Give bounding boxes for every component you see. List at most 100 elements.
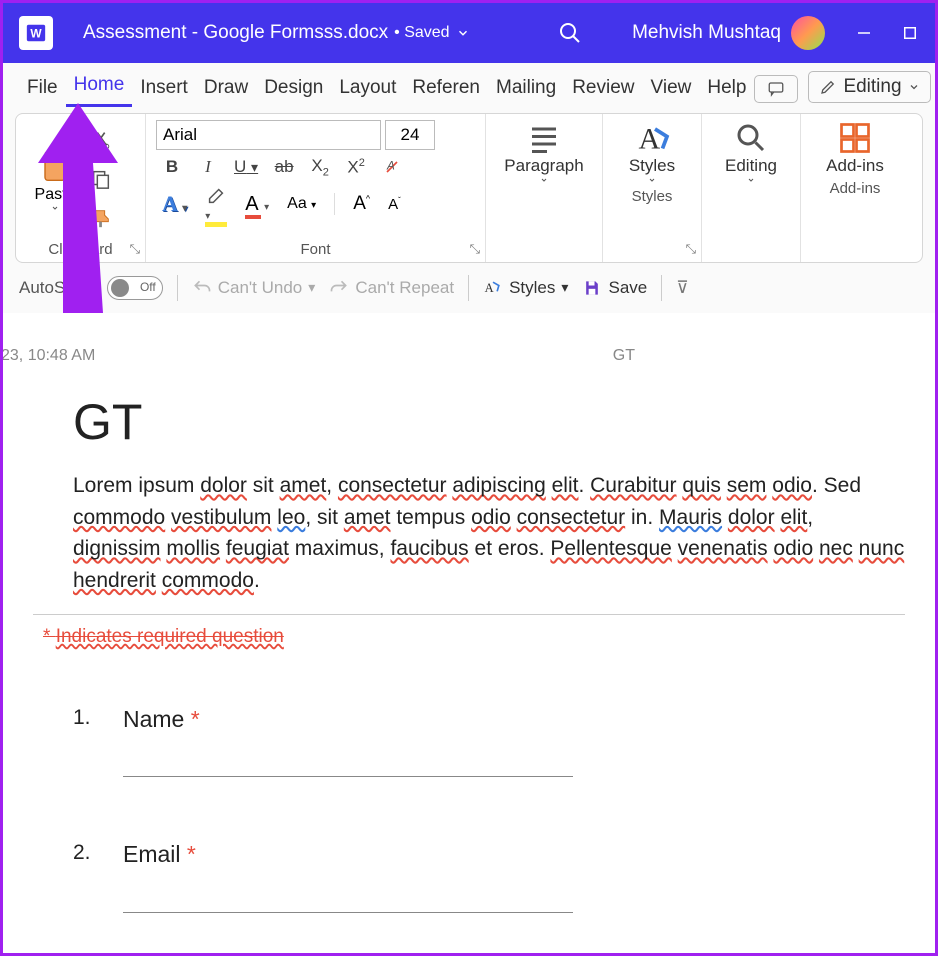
paste-icon (37, 146, 73, 186)
quick-access-toolbar: AutoSave Off Can't Undo ▾ Can't Repeat A… (3, 263, 935, 313)
clipboard-dialog-launcher[interactable]: ⤡ (130, 241, 140, 257)
subscript-button[interactable]: X2 (310, 156, 330, 178)
ribbon-group-editing: Editing (702, 114, 801, 262)
clear-formatting-button[interactable]: A (382, 157, 402, 177)
change-case-button[interactable]: Aa ▾ (287, 195, 316, 213)
underline-button[interactable]: U ▾ (234, 157, 258, 177)
svg-text:A: A (639, 123, 661, 156)
menu-references[interactable]: Referen (404, 71, 488, 107)
pencil-icon (819, 78, 837, 96)
autosave-label: AutoSave (19, 278, 93, 298)
styles-qat-label: Styles (509, 278, 555, 298)
clipboard-group-label: Clipboard (26, 237, 135, 258)
doc-paragraph[interactable]: Lorem ipsum dolor sit amet, consectetur … (73, 470, 905, 596)
paragraph-icon (524, 120, 564, 156)
menu-insert[interactable]: Insert (132, 71, 196, 107)
user-avatar[interactable] (791, 16, 825, 50)
find-icon (733, 120, 769, 156)
paragraph-label: Paragraph (504, 156, 583, 176)
ribbon-group-font: B I U ▾ ab X2 X2 A A ▾ ▾ A ▾ Aa ▾ A^ Aˇ … (146, 114, 486, 262)
save-qat-label: Save (608, 278, 647, 298)
autosave-state: Off (140, 280, 156, 294)
menu-mailings[interactable]: Mailing (488, 71, 564, 107)
answer-line[interactable] (123, 776, 573, 777)
autosave-toggle[interactable]: Off (107, 276, 163, 300)
menu-help[interactable]: Help (699, 71, 754, 107)
italic-button[interactable]: I (198, 157, 218, 177)
undo-label: Can't Undo (218, 278, 303, 298)
superscript-button[interactable]: X2 (346, 157, 366, 178)
svg-text:W: W (30, 27, 42, 41)
question-number: 1. (73, 702, 123, 778)
required-note[interactable]: * Indicates required question (43, 623, 905, 652)
user-name[interactable]: Mehvish Mushtaq (632, 22, 781, 44)
question-2[interactable]: 2. Email * (73, 837, 905, 913)
editing-mode-button[interactable]: Editing (808, 71, 930, 103)
ribbon-group-addins: Add-ins Add-ins (801, 114, 909, 262)
comments-button[interactable] (754, 75, 798, 103)
font-size-select[interactable] (385, 120, 435, 150)
divider (33, 614, 905, 615)
answer-line[interactable] (123, 912, 573, 913)
menu-layout[interactable]: Layout (331, 71, 404, 107)
undo-icon (192, 278, 212, 298)
word-app-icon[interactable]: W (19, 16, 53, 50)
search-button[interactable] (558, 21, 582, 45)
styles-button[interactable]: A Styles (613, 120, 691, 184)
redo-label: Can't Repeat (355, 278, 454, 298)
comment-icon (765, 80, 787, 98)
save-qat-button[interactable]: Save (582, 278, 647, 298)
font-color-button[interactable]: A ▾ (245, 193, 269, 216)
cut-button[interactable] (90, 129, 112, 151)
chevron-down-icon (908, 81, 920, 93)
styles-group-label: Styles (613, 184, 691, 205)
editing-button[interactable]: Editing (712, 120, 790, 184)
paragraph-button[interactable]: Paragraph (496, 120, 592, 184)
chevron-down-icon (50, 204, 60, 212)
document-area[interactable]: 23, 10:48 AM GT GT Lorem ipsum dolor sit… (3, 313, 935, 953)
addins-icon (837, 120, 873, 156)
menu-draw[interactable]: Draw (196, 71, 256, 107)
paste-button[interactable]: Paste (26, 120, 84, 237)
doc-heading[interactable]: GT (73, 385, 905, 460)
save-icon (582, 278, 602, 298)
chevron-down-icon (456, 26, 470, 40)
menu-file[interactable]: File (19, 71, 66, 107)
strikethrough-button[interactable]: ab (274, 157, 294, 177)
menu-view[interactable]: View (643, 71, 700, 107)
menu-home[interactable]: Home (66, 68, 133, 107)
styles-qat-button[interactable]: A Styles ▾ (483, 278, 568, 298)
undo-button[interactable]: Can't Undo ▾ (192, 278, 316, 298)
save-status-text: • Saved (394, 24, 449, 42)
qat-customize-button[interactable]: ⊽ (676, 278, 688, 298)
grow-font-button[interactable]: A^ (353, 193, 370, 215)
question-label: Name * (123, 702, 905, 737)
addins-label: Add-ins (826, 156, 884, 176)
maximize-button[interactable] (901, 24, 919, 42)
redo-button[interactable]: Can't Repeat (329, 278, 454, 298)
highlight-button[interactable]: ▾ (205, 184, 227, 224)
styles-icon: A (632, 120, 672, 156)
editing-mode-label: Editing (843, 76, 901, 98)
bold-button[interactable]: B (162, 157, 182, 177)
styles-dialog-launcher[interactable]: ⤡ (686, 241, 696, 257)
format-painter-button[interactable] (90, 207, 112, 229)
font-name-select[interactable] (156, 120, 381, 150)
minimize-button[interactable] (855, 24, 873, 42)
titlebar: W Assessment - Google Formsss.docx • Sav… (3, 3, 935, 63)
document-title[interactable]: Assessment - Google Formsss.docx (83, 22, 388, 44)
text-effects-button[interactable]: A ▾ (162, 191, 187, 217)
paste-label: Paste (35, 186, 76, 204)
font-dialog-launcher[interactable]: ⤡ (470, 241, 480, 257)
question-1[interactable]: 1. Name * (73, 702, 905, 778)
menu-review[interactable]: Review (564, 71, 642, 107)
redo-icon (329, 278, 349, 298)
copy-button[interactable] (90, 168, 112, 190)
ribbon-group-clipboard: Paste Clipboard ⤡ (16, 114, 146, 262)
menu-design[interactable]: Design (256, 71, 331, 107)
save-status[interactable]: • Saved (394, 24, 469, 42)
page-header-left: 23, 10:48 AM (3, 347, 95, 365)
addins-button[interactable]: Add-ins (811, 120, 899, 176)
required-star: * (187, 841, 196, 867)
shrink-font-button[interactable]: Aˇ (388, 196, 401, 213)
